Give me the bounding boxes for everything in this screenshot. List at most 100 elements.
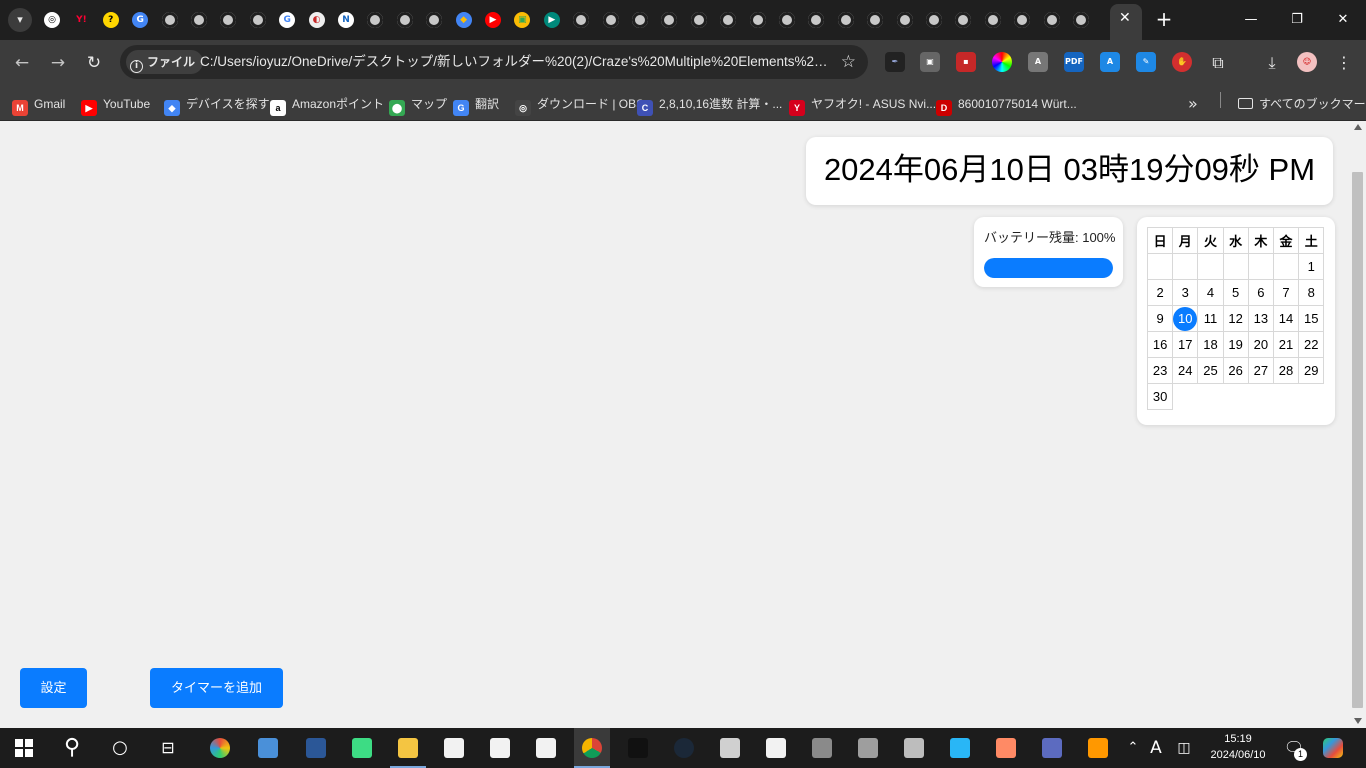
back-arrow-icon[interactable]: ← bbox=[10, 51, 34, 75]
color-picker-extension-icon[interactable] bbox=[992, 52, 1012, 72]
browser-tab[interactable]: Y! bbox=[69, 8, 93, 32]
browser-tab[interactable] bbox=[363, 8, 387, 32]
close-tab-icon[interactable]: ✕ bbox=[1119, 10, 1131, 26]
ime-indicator[interactable]: A bbox=[1146, 728, 1166, 768]
browser-tab[interactable]: G bbox=[275, 8, 299, 32]
bookmark-item[interactable]: C 2,8,10,16進数 計算・... bbox=[637, 92, 782, 116]
taskbar-app[interactable] bbox=[988, 728, 1024, 768]
browser-tab[interactable] bbox=[246, 8, 270, 32]
pdf-reader-extension-icon[interactable]: A bbox=[1028, 52, 1048, 72]
tab-search-dropdown[interactable]: ▾ bbox=[8, 8, 32, 32]
browser-tab[interactable] bbox=[716, 8, 740, 32]
taskbar-app[interactable] bbox=[712, 728, 748, 768]
taskbar-app[interactable] bbox=[850, 728, 886, 768]
taskbar-app[interactable] bbox=[758, 728, 794, 768]
browser-tab[interactable] bbox=[893, 8, 917, 32]
bookmarks-overflow-icon[interactable]: » bbox=[1188, 92, 1198, 116]
calendar-day[interactable]: 5 bbox=[1222, 279, 1249, 306]
browser-tab[interactable] bbox=[628, 8, 652, 32]
taskbar-clock[interactable]: 15:19 2024/06/10 bbox=[1200, 731, 1276, 763]
calendar-day[interactable]: 11 bbox=[1197, 305, 1224, 332]
calendar-day[interactable]: 21 bbox=[1272, 331, 1300, 358]
taskbar-app[interactable] bbox=[1034, 728, 1070, 768]
calendar-day[interactable]: 27 bbox=[1247, 357, 1274, 384]
scroll-down-arrow-icon[interactable] bbox=[1354, 718, 1362, 724]
taskbar-app[interactable] bbox=[482, 728, 518, 768]
bookmark-item[interactable]: Y ヤフオク! - ASUS Nvi... bbox=[789, 92, 936, 116]
extension-icon[interactable]: ▣ bbox=[920, 52, 940, 72]
calendar-day[interactable]: 7 bbox=[1272, 279, 1300, 306]
pen-extension-icon[interactable]: ✎ bbox=[1136, 52, 1156, 72]
calendar-day[interactable]: 12 bbox=[1222, 305, 1249, 332]
browser-tab[interactable]: G bbox=[128, 8, 152, 32]
calendar-day[interactable]: 4 bbox=[1197, 279, 1224, 306]
browser-tab[interactable]: ▶ bbox=[540, 8, 564, 32]
browser-tab[interactable] bbox=[599, 8, 623, 32]
calendar-day[interactable]: 24 bbox=[1172, 357, 1199, 384]
reload-icon[interactable]: ↻ bbox=[82, 51, 106, 75]
browser-tab[interactable] bbox=[1040, 8, 1064, 32]
bookmark-item[interactable]: ▶ YouTube bbox=[81, 92, 150, 116]
taskbar-app[interactable] bbox=[666, 728, 702, 768]
calendar-day[interactable]: 29 bbox=[1298, 357, 1325, 384]
browser-tab[interactable] bbox=[216, 8, 240, 32]
profile-avatar[interactable]: ☺ bbox=[1297, 52, 1317, 72]
bookmark-star-icon[interactable]: ☆ bbox=[841, 50, 856, 74]
download-icon[interactable]: ⤓ bbox=[1260, 51, 1284, 75]
taskbar-app[interactable] bbox=[528, 728, 564, 768]
stop-extension-icon[interactable]: ✋ bbox=[1172, 52, 1192, 72]
taskbar-app[interactable] bbox=[436, 728, 472, 768]
browser-tab[interactable] bbox=[863, 8, 887, 32]
copilot-icon[interactable] bbox=[1320, 728, 1346, 768]
browser-tab[interactable] bbox=[569, 8, 593, 32]
browser-tab[interactable] bbox=[981, 8, 1005, 32]
bookmark-item[interactable]: ◆ デバイスを探す bbox=[164, 92, 270, 116]
font-extension-icon[interactable]: A bbox=[1100, 52, 1120, 72]
add-timer-button[interactable]: タイマーを追加 bbox=[150, 668, 283, 708]
active-tab[interactable]: ✕ bbox=[1110, 4, 1142, 40]
taskbar-app[interactable] bbox=[250, 728, 286, 768]
calendar-day[interactable]: 15 bbox=[1298, 305, 1325, 332]
address-bar[interactable]: i ファイル C:/Users/ioyuz/OneDrive/デスクトップ/新しい… bbox=[120, 45, 868, 79]
bookmark-item[interactable]: M Gmail bbox=[12, 92, 65, 116]
browser-tab[interactable] bbox=[1010, 8, 1034, 32]
browser-tab[interactable] bbox=[422, 8, 446, 32]
scroll-up-arrow-icon[interactable] bbox=[1354, 124, 1362, 130]
forward-arrow-icon[interactable]: → bbox=[46, 51, 70, 75]
tray-overflow-chevron-icon[interactable]: ⌃ bbox=[1124, 728, 1142, 768]
calendar-day[interactable]: 10 bbox=[1172, 305, 1199, 332]
browser-tab[interactable]: ▶ bbox=[481, 8, 505, 32]
taskbar-app[interactable] bbox=[896, 728, 932, 768]
calendar-day[interactable]: 19 bbox=[1222, 331, 1249, 358]
taskbar-app[interactable] bbox=[344, 728, 380, 768]
settings-button[interactable]: 設定 bbox=[20, 668, 87, 708]
browser-tab[interactable] bbox=[922, 8, 946, 32]
taskbar-app[interactable] bbox=[298, 728, 334, 768]
all-bookmarks-folder[interactable]: すべてのブックマーク bbox=[1238, 92, 1366, 116]
calendar-day[interactable]: 18 bbox=[1197, 331, 1224, 358]
cortana-icon[interactable]: ○ bbox=[106, 728, 134, 768]
bookmark-item[interactable]: ◎ ダウンロード | OBS bbox=[515, 92, 644, 116]
calendar-day[interactable]: 13 bbox=[1247, 305, 1274, 332]
bookmark-item[interactable]: G 翻訳 bbox=[453, 92, 499, 116]
start-windows-icon[interactable] bbox=[12, 728, 36, 768]
url-text[interactable]: C:/Users/ioyuz/OneDrive/デスクトップ/新しいフォルダー%… bbox=[200, 45, 830, 79]
minimize-button[interactable]: — bbox=[1228, 0, 1274, 40]
menu-kebab-icon[interactable]: ⋮ bbox=[1332, 51, 1356, 75]
restore-button[interactable]: ❐ bbox=[1274, 0, 1320, 40]
calendar-day[interactable]: 20 bbox=[1247, 331, 1274, 358]
page-scrollbar[interactable] bbox=[1350, 121, 1366, 728]
browser-tab[interactable] bbox=[775, 8, 799, 32]
calendar-day[interactable]: 2 bbox=[1146, 279, 1174, 306]
taskbar-app[interactable] bbox=[620, 728, 656, 768]
taskbar-app[interactable] bbox=[1080, 728, 1116, 768]
calendar-day[interactable]: 26 bbox=[1222, 357, 1249, 384]
calendar-day[interactable]: 28 bbox=[1272, 357, 1300, 384]
browser-tab[interactable]: ◎ bbox=[40, 8, 64, 32]
pdf-extension-icon[interactable]: PDF bbox=[1064, 52, 1084, 72]
browser-tab[interactable] bbox=[1069, 8, 1093, 32]
browser-tab[interactable]: ? bbox=[99, 8, 123, 32]
new-tab-button[interactable]: + bbox=[1152, 8, 1176, 32]
browser-tab[interactable] bbox=[951, 8, 975, 32]
browser-tab[interactable] bbox=[657, 8, 681, 32]
